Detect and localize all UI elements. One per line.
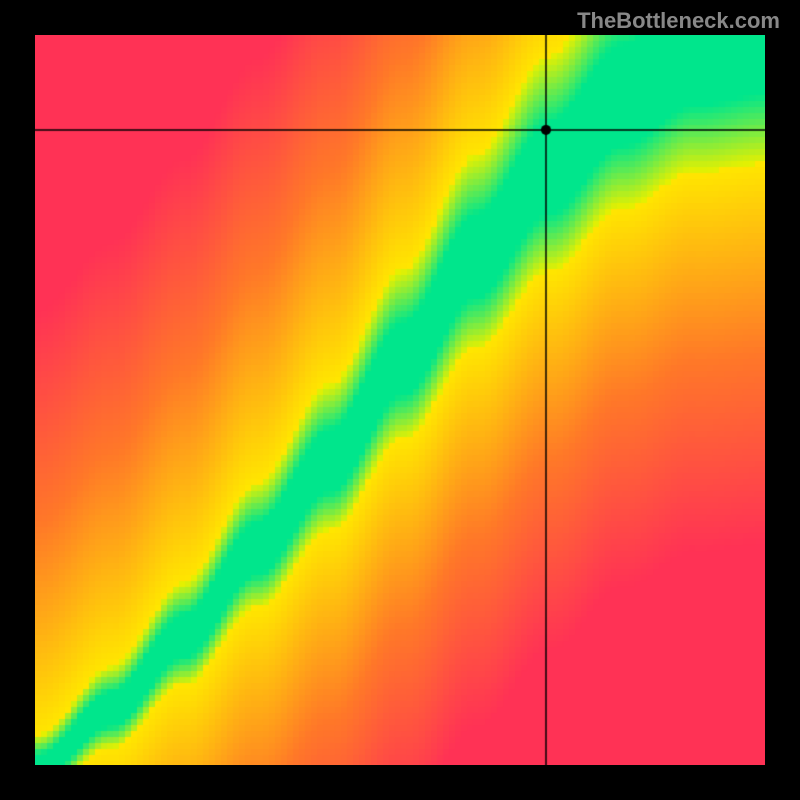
chart-container: TheBottleneck.com — [0, 0, 800, 800]
heatmap-chart — [35, 35, 765, 765]
watermark-text: TheBottleneck.com — [577, 8, 780, 34]
heatmap-canvas — [35, 35, 765, 765]
